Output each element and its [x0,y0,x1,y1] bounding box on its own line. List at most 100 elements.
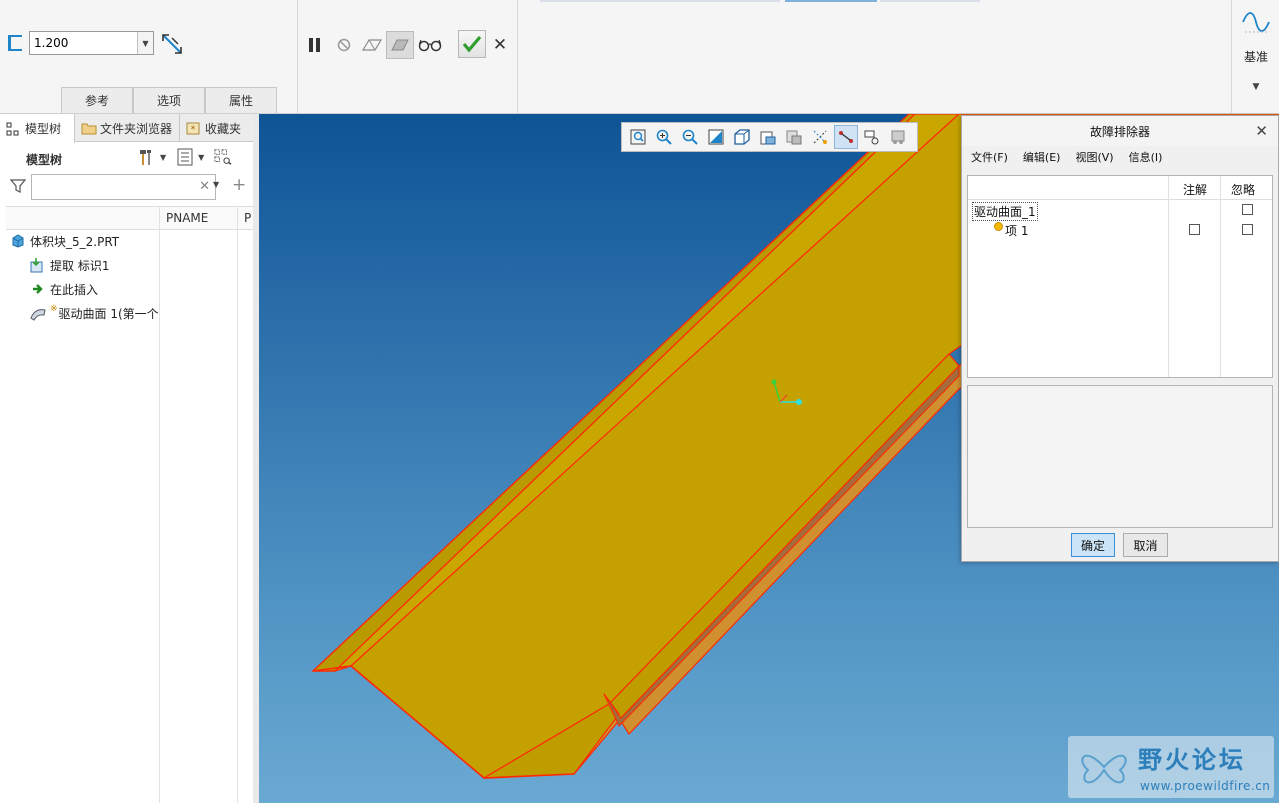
folder-icon [81,121,97,135]
show-list-icon[interactable] [176,148,194,166]
display-style-icon[interactable] [730,125,754,149]
tree-item-label: 体积块_5_2.PRT [30,234,120,249]
tab-model-tree[interactable]: 模型树 [0,114,75,143]
driving-surface-icon [30,305,46,321]
checkmark-icon [462,35,482,53]
datum-label[interactable]: 基准 [1232,48,1279,65]
tab-references[interactable]: 参考 [61,87,133,113]
issues-table: 注解 忽略 驱动曲面_1 项 1 [967,175,1273,378]
model-tree-title: 模型树 [26,153,63,167]
tab-favorites[interactable]: * 收藏夹 [180,114,259,142]
menu-edit[interactable]: 编辑(E) [1023,149,1061,171]
ribbon-top-accent [540,0,780,2]
tab-properties[interactable]: 属性 [205,87,277,113]
watermark: 野火论坛 www.proewildfire.cn [1068,736,1274,798]
close-icon[interactable]: ✕ [1255,122,1268,140]
issues-table-header [968,176,1272,200]
tab-options[interactable]: 选项 [133,87,205,113]
simulation-display-icon[interactable] [886,125,910,149]
refit-icon[interactable] [626,125,650,149]
tab-model-tree-label: 模型树 [25,122,62,136]
watermark-title: 野火论坛 [1138,746,1246,774]
warning-dot-icon [994,222,1003,231]
column-divider [159,206,160,803]
search-row: ✕ ▼ + [8,174,253,200]
tree-item-driving-surface[interactable]: ※ 驱动曲面 1(第一个 [30,303,159,323]
navigator-tabs: 模型树 文件夹浏览器 * 收藏夹 [0,114,259,143]
search-input[interactable] [32,175,192,199]
datum-group: 基准 ▼ [1231,0,1279,113]
troubleshooter-dialog: 故障排除器 ✕ 文件(F) 编辑(E) 视图(V) 信息(I) 注解 忽略 驱动… [961,115,1279,562]
flip-direction-icon[interactable] [160,32,184,56]
filter-funnel-icon[interactable] [9,178,27,197]
tree-item-label: 在此插入 [50,282,99,297]
svg-text:*: * [191,125,196,135]
column-header-p[interactable]: P [244,211,251,225]
thickness-group: ▼ 参考 选项 属性 [0,0,298,113]
annotation-display-icon[interactable] [860,125,884,149]
search-field[interactable]: ✕ [31,174,216,200]
pause-button[interactable] [300,31,328,59]
datum-display-icon[interactable] [808,125,832,149]
issue-row-feature[interactable]: 驱动曲面_1 [972,202,1038,221]
datum-icon[interactable] [1241,8,1271,36]
column-header-ignore[interactable]: 忽略 [1231,181,1255,198]
column-header-pname[interactable]: PNAME [166,211,208,225]
chevron-down-icon[interactable]: ▼ [137,32,153,54]
dialog-menu-bar: 文件(F) 编辑(E) 视图(V) 信息(I) [962,149,1168,171]
ribbon-top-accent [880,0,980,2]
column-header-annotate[interactable]: 注解 [1183,181,1207,198]
tab-folder-browser[interactable]: 文件夹浏览器 [75,114,180,142]
insert-here-arrow-icon [30,281,46,297]
spin-center-icon[interactable] [834,125,858,149]
chevron-down-icon[interactable]: ▼ [213,180,219,189]
thickness-combo[interactable]: ▼ [29,31,154,55]
confirm-button[interactable]: 确定 [1071,533,1115,557]
repaint-icon[interactable] [704,125,728,149]
no-preview-button[interactable] [330,31,358,59]
zoom-out-icon[interactable] [678,125,702,149]
issue-row-item[interactable]: 项 1 [1005,222,1028,239]
detached-preview-button[interactable] [386,31,414,59]
menu-info[interactable]: 信息(I) [1129,149,1163,171]
verify-mode-button[interactable] [416,31,444,59]
tree-settings-icon[interactable] [138,148,156,166]
clear-icon[interactable]: ✕ [199,179,210,194]
tree-item-insert-here[interactable]: 在此插入 [30,279,98,299]
ribbon-top-accent-active [785,0,877,2]
tree-filter-icon[interactable] [214,148,232,166]
view-toolbar [621,122,918,152]
attached-preview-button[interactable] [358,31,386,59]
tree-item-part[interactable]: 体积块_5_2.PRT [10,231,119,251]
thicken-icon [8,35,22,51]
chevron-down-icon[interactable]: ▼ [198,153,204,162]
ribbon-tab-strip: 参考 选项 属性 [61,87,277,113]
saved-orientations-icon[interactable] [756,125,780,149]
favorites-icon: * [186,121,200,135]
tree-item-extract[interactable]: 提取 标识1 [30,255,109,275]
menu-view[interactable]: 视图(V) [1075,149,1113,171]
column-divider [1168,176,1169,377]
ok-button[interactable] [458,30,486,58]
watermark-url: www.proewildfire.cn [1140,779,1271,793]
tab-folder-browser-label: 文件夹浏览器 [100,121,173,136]
view-manager-icon[interactable] [782,125,806,149]
ignore-checkbox[interactable] [1242,204,1253,215]
thickness-input[interactable] [30,32,137,54]
chevron-down-icon[interactable]: ▼ [160,153,166,162]
menu-file[interactable]: 文件(F) [971,149,1008,171]
ignore-checkbox[interactable] [1242,224,1253,235]
cancel-icon[interactable]: ✕ [490,31,510,59]
annotate-checkbox[interactable] [1189,224,1200,235]
add-icon[interactable]: + [232,175,246,195]
model-tree-toolbar: ▼ ▼ [138,148,232,166]
glasses-icon [418,39,442,52]
cancel-button[interactable]: 取消 [1123,533,1168,557]
zoom-in-icon[interactable] [652,125,676,149]
no-preview-icon [337,38,351,52]
column-divider [237,206,238,803]
geometry-preview-icon [361,39,383,51]
tree-column-header [6,206,253,230]
navigator-panel: 模型树 文件夹浏览器 * 收藏夹 模型树 ▼ ▼ ✕ ▼ + PNAME P 体… [0,114,259,803]
chevron-down-icon[interactable]: ▼ [1232,82,1279,92]
